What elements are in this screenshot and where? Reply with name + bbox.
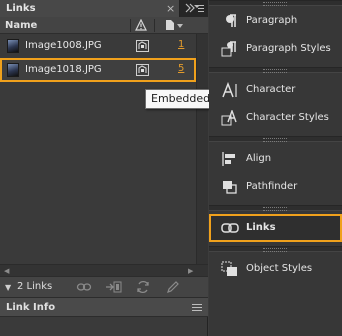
tab-close-icon[interactable]: × [166,2,175,15]
dock-item-label: Links [246,222,276,233]
expand-triangle-icon[interactable]: ▼ [5,283,11,292]
scroll-left-icon[interactable]: ◀ [4,267,9,275]
align-icon [221,151,239,167]
image-thumbnail [7,39,19,53]
link-filename: Image1008.JPG [25,40,102,51]
links-tabbar: Links × [0,0,208,17]
tab-links-label: Links [6,3,36,14]
horizontal-scrollbar[interactable]: ◀ ▶ [0,264,208,276]
dock-grip[interactable] [209,67,342,73]
paragraph-icon [221,13,239,29]
go-to-link-icon[interactable] [136,280,150,297]
link-info-label: Link Info [6,302,56,313]
panel-dock: Paragraph Paragraph Styles Character Cha… [209,0,342,336]
relink-icon[interactable] [105,280,123,297]
links-column-header: Name [0,17,208,34]
dock-item-label: Pathfinder [246,181,298,192]
dock-item-paragraph-styles[interactable]: Paragraph Styles [209,35,342,63]
dock-item-label: Align [246,153,272,164]
dock-item-object-styles[interactable]: Object Styles [209,255,342,283]
links-footer: ▼ 2 Links [0,276,208,297]
edit-original-icon[interactable] [166,280,180,297]
link-row[interactable]: Image1018.JPG 5 [0,58,196,82]
embedded-tooltip: Embedded [145,89,217,109]
links-icon [221,220,239,236]
dock-item-paragraph[interactable]: Paragraph [209,7,342,35]
dock-item-character-styles[interactable]: Character Styles [209,104,342,132]
dock-grip[interactable] [209,0,342,6]
links-list: Image1008.JPG 1 Image1018.JPG 5 [0,34,196,264]
character-styles-icon [221,108,239,126]
relink-cc-icon[interactable] [76,280,92,297]
dock-item-links[interactable]: Links [209,214,342,242]
column-header-name[interactable]: Name [5,20,37,31]
scroll-right-icon[interactable]: ▶ [188,267,193,275]
status-warning-icon[interactable] [135,18,147,34]
embedded-status-icon[interactable] [136,40,149,52]
column-divider[interactable] [130,19,131,32]
vertical-scrollbar[interactable] [196,34,208,264]
dock-item-pathfinder[interactable]: Pathfinder [209,173,342,201]
dock-item-label: Paragraph [246,15,298,26]
image-thumbnail [7,63,19,77]
pathfinder-icon [221,179,239,195]
dock-item-label: Object Styles [246,263,313,274]
dock-item-label: Paragraph Styles [246,43,331,54]
character-icon [221,81,239,98]
column-divider[interactable] [154,19,155,32]
object-styles-icon [221,261,239,277]
tab-links[interactable]: Links × [0,0,180,17]
dock-item-label: Character Styles [246,112,329,123]
link-info-section[interactable]: Link Info [0,297,208,317]
dock-grip[interactable] [209,246,342,252]
links-panel: Links × Name Image1008.JPG 1 Image1018.J… [0,0,208,336]
links-count: 2 Links [17,281,53,292]
dock-item-character[interactable]: Character [209,76,342,104]
dock-grip[interactable] [209,136,342,142]
dock-grip[interactable] [209,205,342,211]
page-number-link[interactable]: 5 [178,63,184,74]
page-column-icon[interactable] [165,19,183,34]
dock-item-align[interactable]: Align [209,145,342,173]
link-filename: Image1018.JPG [25,64,102,75]
page-number-link[interactable]: 1 [178,39,184,50]
panel-options-icon[interactable] [192,304,202,315]
link-row[interactable]: Image1008.JPG 1 [0,34,196,58]
paragraph-styles-icon [221,41,239,57]
dock-item-label: Character [246,84,296,95]
embedded-status-icon[interactable] [136,64,149,76]
panel-menu-icon[interactable] [194,4,204,13]
